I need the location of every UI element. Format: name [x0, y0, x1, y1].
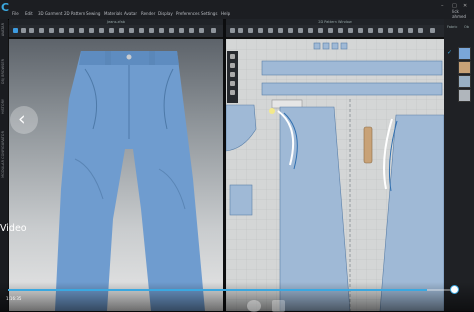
- more-2d-icon[interactable]: [430, 28, 435, 33]
- line-tool-icon[interactable]: [89, 28, 94, 33]
- trim-tool-icon[interactable]: [129, 28, 134, 33]
- piping-icon[interactable]: [348, 28, 353, 33]
- edit-pattern-icon[interactable]: [238, 28, 243, 33]
- object-browser-panel: Fabric Ob ✓: [444, 19, 474, 311]
- menu-avatar[interactable]: Avatar: [124, 11, 137, 16]
- app-logo: C: [1, 1, 10, 14]
- grain-icon[interactable]: [358, 28, 363, 33]
- video-label: Video: [0, 223, 27, 234]
- menu-help[interactable]: Help: [221, 11, 230, 16]
- view-2d[interactable]: [226, 39, 444, 311]
- circle-tool-icon[interactable]: [268, 28, 273, 33]
- menu-bar: C File Edit 3D Garment 2D Pattern Sewing…: [0, 0, 474, 20]
- polygon-tool-icon[interactable]: [248, 28, 253, 33]
- tab-fabric[interactable]: Fabric: [447, 25, 457, 29]
- menu-2d-pattern[interactable]: 2D Pattern: [64, 11, 85, 16]
- fabric-swatch[interactable]: [458, 47, 471, 60]
- display-tool-icon[interactable]: [189, 28, 194, 33]
- transform-pattern-icon[interactable]: [230, 28, 235, 33]
- fabric-swatch[interactable]: [458, 89, 471, 102]
- notch-icon[interactable]: [378, 28, 383, 33]
- user-account[interactable]: lick ahmed: [452, 9, 466, 19]
- toolbar-3d: [9, 25, 223, 38]
- texture-tool-icon[interactable]: [99, 28, 104, 33]
- view-2d-side-tools: [227, 51, 238, 103]
- free-sewing-icon[interactable]: [308, 28, 313, 33]
- avatar-tab[interactable]: AVATAR: [1, 23, 5, 36]
- ruler-icon[interactable]: [408, 28, 413, 33]
- seam-tape-icon[interactable]: [328, 28, 333, 33]
- fit-tool-icon[interactable]: [179, 28, 184, 33]
- measure-tool-icon[interactable]: [69, 28, 74, 33]
- modular-configurator-tab[interactable]: MODULAR CONFIGURATOR: [1, 131, 5, 178]
- fabric-swatch[interactable]: [458, 75, 471, 88]
- menu-edit[interactable]: Edit: [25, 11, 33, 16]
- select-tool-icon[interactable]: [13, 28, 18, 33]
- play-button[interactable]: [247, 300, 261, 312]
- left-tool-strip: AVATAR OBJ BROWSER HISTORY MODULAR CONFI…: [0, 19, 8, 311]
- rectangle-tool-icon[interactable]: [258, 28, 263, 33]
- menu-materials[interactable]: Materials: [104, 11, 122, 16]
- topstitch-icon[interactable]: [338, 28, 343, 33]
- obj-browser-tab[interactable]: OBJ BROWSER: [1, 59, 5, 84]
- jeans-3d-render: [55, 51, 205, 311]
- texture-edit-icon[interactable]: [398, 28, 403, 33]
- layer-tool-icon[interactable]: [169, 28, 174, 33]
- pattern-canvas: [226, 39, 444, 311]
- progress-handle[interactable]: [450, 285, 459, 294]
- segment-sewing-icon[interactable]: [298, 28, 303, 33]
- move-tool-icon[interactable]: [21, 28, 26, 33]
- fit-view-icon[interactable]: [230, 72, 235, 77]
- progress-bar[interactable]: [8, 289, 454, 291]
- menu-file[interactable]: File: [12, 11, 19, 16]
- menu-sewing[interactable]: Sewing: [86, 11, 100, 16]
- zipper-tool-icon[interactable]: [119, 28, 124, 33]
- progress-fill: [8, 289, 428, 291]
- layer-toggle-icon[interactable]: [230, 90, 235, 95]
- pin-tool-icon[interactable]: [29, 28, 34, 33]
- chevron-left-icon: ‹: [18, 108, 26, 130]
- internal-line-icon[interactable]: [278, 28, 283, 33]
- zoom-icon[interactable]: [230, 54, 235, 59]
- view3d-title-text: Jeans.zfab: [107, 20, 125, 24]
- fold-arrange-icon[interactable]: [388, 28, 393, 33]
- tack-tool-icon[interactable]: [59, 28, 64, 33]
- check-icon[interactable]: ✓: [447, 49, 452, 56]
- minimize-button[interactable]: –: [441, 3, 444, 9]
- view-3d[interactable]: [9, 39, 223, 311]
- avatar-tool-icon[interactable]: [139, 28, 144, 33]
- fabric-swatch[interactable]: [458, 61, 471, 74]
- history-tab[interactable]: HISTORY: [1, 99, 5, 114]
- symmetry-icon[interactable]: [368, 28, 373, 33]
- grid-toggle-icon[interactable]: [230, 81, 235, 86]
- dart-tool-icon[interactable]: [288, 28, 293, 33]
- menu-settings[interactable]: Settings: [201, 11, 217, 16]
- menu-3d-garment[interactable]: 3D Garment: [38, 11, 62, 16]
- menu-preferences[interactable]: Preferences: [176, 11, 200, 16]
- more-tool-icon[interactable]: [211, 28, 216, 33]
- camera-tool-icon[interactable]: [149, 28, 154, 33]
- fold-tool-icon[interactable]: [49, 28, 54, 33]
- pan-icon[interactable]: [230, 63, 235, 68]
- render-tool-icon[interactable]: [159, 28, 164, 33]
- annotation-icon[interactable]: [418, 28, 423, 33]
- toolbar-2d: [226, 25, 444, 38]
- simulate-tool-icon[interactable]: [39, 28, 44, 33]
- check-sewing-icon[interactable]: [318, 28, 323, 33]
- menu-display[interactable]: Display: [158, 11, 173, 16]
- time-display: 1:16:35: [6, 296, 22, 301]
- brush-tool-icon[interactable]: [79, 28, 84, 33]
- view-tool-icon[interactable]: [199, 28, 204, 33]
- menu-render[interactable]: Render: [141, 11, 155, 16]
- view2d-title-text: 2D Pattern Window: [318, 20, 352, 24]
- button-tool-icon[interactable]: [109, 28, 114, 33]
- fullscreen-button[interactable]: [272, 300, 285, 312]
- video-controls: [0, 282, 474, 312]
- previous-button[interactable]: ‹: [10, 106, 38, 134]
- tab-object[interactable]: Ob: [464, 25, 469, 29]
